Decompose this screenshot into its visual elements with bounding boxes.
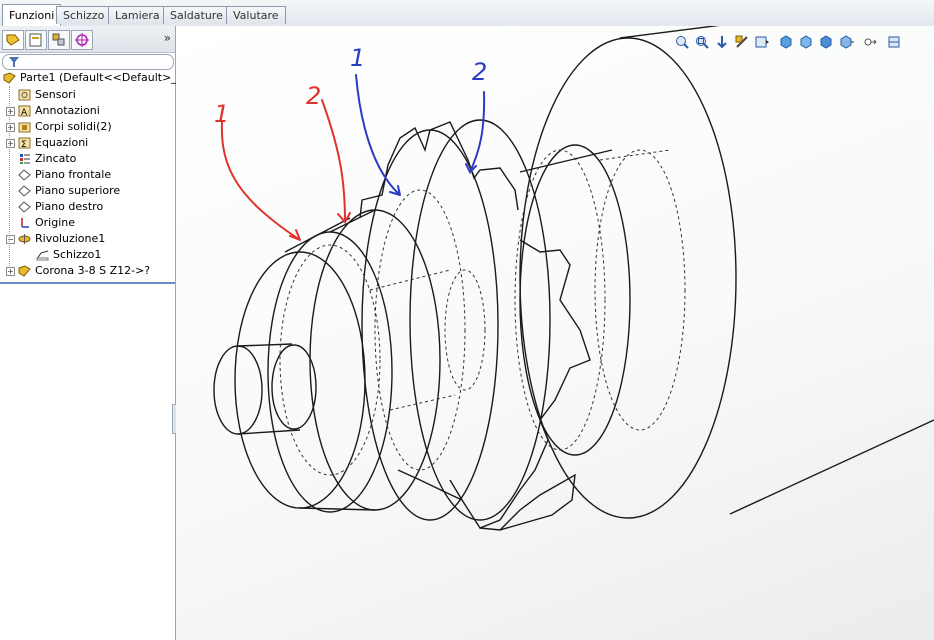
tree-item-label: Schizzo1 [53,248,102,261]
plane-icon [18,169,31,181]
panel-toolbar: » [0,26,175,53]
plane-icon [18,201,31,213]
hidden-circle-3 [374,189,466,471]
tree-item-label: Piano frontale [35,168,112,181]
tree-item-origine[interactable]: Origine [18,215,75,231]
configuration-manager-tab[interactable] [48,30,70,50]
red-label-1: 1 [214,100,229,128]
tree-item-schizzo1[interactable]: Schizzo1 [36,247,101,263]
graphics-viewport[interactable]: 1 2 1 2 [176,26,934,640]
tree-item-label: Piano superiore [35,184,121,197]
part-icon [3,72,16,84]
tree-item-rivoluzione1[interactable]: Rivoluzione1 [18,231,105,247]
edit-appearance-icon[interactable] [818,34,834,50]
tree-item-piano-frontale[interactable]: Piano frontale [18,167,111,183]
shaft-stub-shoulder [271,344,317,430]
equations-icon: Σ [18,137,31,149]
blue-arrow-1 [355,74,401,196]
tree-item-label: Annotazioni [35,104,100,117]
hidden-circle-5 [594,149,686,431]
front-flange-outer [234,251,366,509]
zoom-to-area-icon[interactable] [694,34,710,50]
hide-show-items-icon[interactable] [798,34,814,50]
svg-text:Σ: Σ [21,140,27,149]
origin-icon [21,218,29,228]
tree-item-corpi-solidi[interactable]: Corpi solidi(2) [18,119,112,135]
feature-manager-tab[interactable] [2,30,24,50]
tree-item-equazioni[interactable]: Σ Equazioni [18,135,88,151]
blue-label-1: 1 [350,44,365,72]
tab-valutare[interactable]: Valutare [226,6,286,24]
tree-item-label: Equazioni [35,136,89,149]
plane-icon [18,185,31,197]
sketch-icon [36,250,49,261]
view-settings-icon[interactable] [862,34,878,50]
sprocket-teeth-top [359,121,519,219]
expand-toggle[interactable]: + [6,267,15,276]
material-icon [20,154,30,164]
tree-item-label: Sensori [35,88,76,101]
command-manager-tabs: Funzioni Schizzo Lamiera Saldature Valut… [0,0,934,27]
tree-item-label: Corpi solidi(2) [35,120,112,133]
annotations-icon: A [18,105,31,117]
front-flange-2 [267,231,393,513]
tab-schizzo[interactable]: Schizzo [56,6,112,24]
tree-item-piano-destro[interactable]: Piano destro [18,199,103,215]
tree-item-label: Zincato [35,152,77,165]
tree-filter-input[interactable] [2,54,174,70]
red-arrow-2 [321,99,351,225]
front-flange-3 [309,209,441,511]
tree-separator [0,282,175,284]
feature-manager-panel: » Parte1 (Default<<Default>_Stato Sensor… [0,26,206,640]
large-cylinder-back-face [519,37,737,519]
tree-item-label: Piano destro [35,200,104,213]
crosshair-icon [75,33,89,47]
hidden-line-2 [389,394,456,411]
tree-item-corona[interactable]: Corona 3-8 S Z12->? [18,263,150,279]
solid-bodies-icon [18,122,31,133]
filter-icon [9,57,19,67]
tab-saldature[interactable]: Saldature [163,6,230,24]
dimxpert-manager-tab[interactable] [71,30,93,50]
feature-tree: Parte1 (Default<<Default>_Stato Sensori … [0,70,206,315]
model-wireframe: 1 2 1 2 [213,26,934,531]
render-tools-icon[interactable] [886,34,902,50]
part-icon [18,265,31,277]
revolve-icon [18,234,31,244]
double-chevron-right-icon[interactable]: » [164,31,171,45]
blue-label-2: 2 [472,58,487,86]
property-icon [29,33,42,47]
section-view-icon[interactable] [734,34,750,50]
tree-item-label: Origine [35,216,76,229]
tab-lamiera[interactable]: Lamiera [108,6,167,24]
tab-funzioni[interactable]: Funzioni [2,4,62,26]
large-cylinder-bottom-edge [729,419,934,515]
zoom-to-fit-icon[interactable] [674,34,690,50]
apply-scene-icon[interactable] [838,34,854,50]
hidden-line-1 [369,269,451,291]
svg-text:A: A [21,108,28,117]
sensors-icon [18,89,31,101]
red-label-2: 2 [306,82,321,110]
property-manager-tab[interactable] [25,30,47,50]
tree-item-label: Rivoluzione1 [35,232,106,245]
display-style-icon[interactable] [778,34,794,50]
red-arrow-1 [220,121,301,241]
tree-item-label: Corona 3-8 S Z12->? [35,264,151,277]
sprocket-hub-ring [519,144,631,456]
configuration-icon [52,33,65,46]
previous-view-icon[interactable] [714,34,730,50]
view-orientation-icon[interactable] [754,34,770,50]
tree-guide-line [9,86,11,266]
feature-tree-icon [6,34,20,46]
tree-item-sensori[interactable]: Sensori [18,87,76,103]
hidden-circle-2 [279,244,381,476]
tree-item-annotazioni[interactable]: A Annotazioni [18,103,100,119]
tree-item-zincato[interactable]: Zincato [18,151,76,167]
hidden-line-3 [599,149,671,161]
tree-item-piano-superiore[interactable]: Piano superiore [18,183,120,199]
